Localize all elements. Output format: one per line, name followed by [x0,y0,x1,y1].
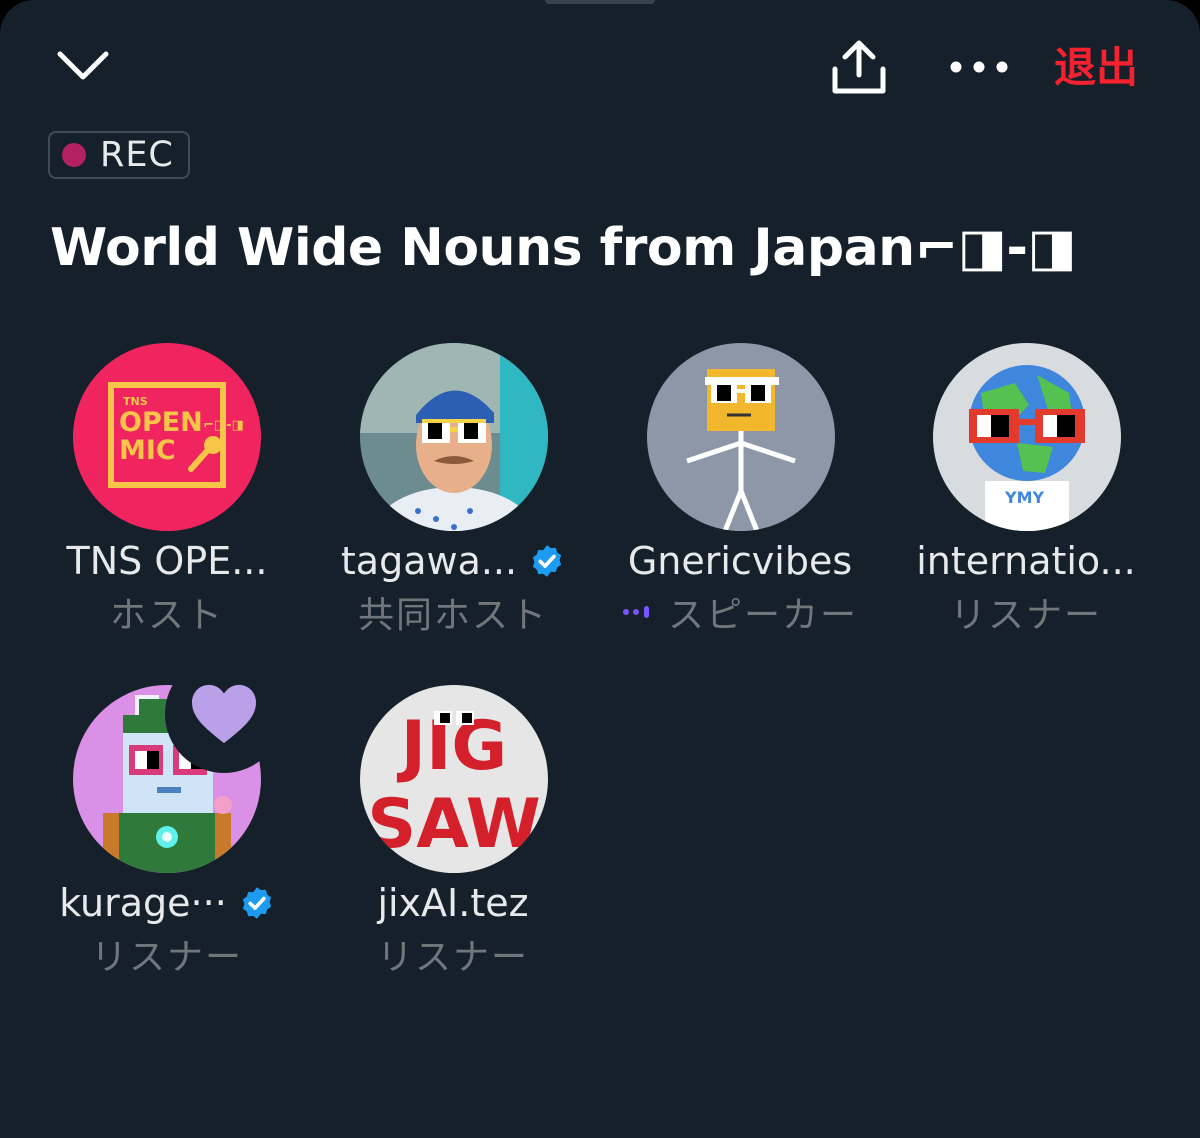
avatar-text: SAW [367,785,541,864]
verified-badge-icon [532,545,562,577]
recording-badge: REC [48,131,190,179]
avatar-text: ⌐◨-◨ [203,418,244,433]
collapse-chevron-icon[interactable] [52,40,114,92]
speaking-indicator-icon [622,606,649,618]
participant-card[interactable]: YMY internatio... リスナー [883,343,1169,643]
avatar[interactable] [647,343,835,531]
avatar[interactable]: TNS OPEN MIC ⌐◨-◨ [73,343,261,531]
more-options-icon[interactable] [944,42,1014,92]
avatar[interactable]: JIG SAW [360,685,548,873]
avatar[interactable]: YMY [933,343,1121,531]
participant-role: スピーカー [667,595,858,636]
avatar[interactable] [360,343,548,531]
participant-role: リスナー [949,595,1102,636]
share-icon[interactable] [826,34,892,100]
participant-name: tagawa... [340,539,518,583]
participant-role: ホスト [109,595,224,636]
participant-card[interactable]: TNS OPEN MIC ⌐◨-◨ TNS OPE... ホスト [24,343,310,643]
recording-label: REC [100,135,174,175]
svg-text:YMY: YMY [1004,488,1045,507]
heart-icon [192,684,256,744]
participant-role: リスナー [90,937,243,978]
participant-name: jixAI.tez [377,881,529,925]
participant-name: kurage··· [59,881,227,925]
exit-button[interactable]: 退出 [1054,38,1138,98]
participant-card[interactable]: JIG SAW jixAI.tez リスナー [310,685,596,985]
verified-badge-icon [242,887,271,919]
recording-dot-icon [62,143,86,167]
avatar-text: MIC [119,435,176,466]
participant-name: TNS OPE... [66,539,268,583]
top-bar: 退出 [0,0,1200,120]
participant-name: Gnericvibes [627,539,853,583]
space-sheet: 退出 REC World Wide Nouns from Japan⌐◨-◨ T… [0,0,1200,1138]
participant-card[interactable]: Gnericvibes スピーカー [597,343,883,643]
participant-role: 共同ホスト [357,595,548,636]
participant-card[interactable]: tagawa... 共同ホスト [310,343,596,643]
participant-name: internatio... [916,539,1136,583]
avatar-text: OPEN [119,407,203,438]
space-title: World Wide Nouns from Japan⌐◨-◨ [50,218,1077,278]
participant-role: リスナー [376,937,529,978]
reaction-bubble [165,655,283,773]
